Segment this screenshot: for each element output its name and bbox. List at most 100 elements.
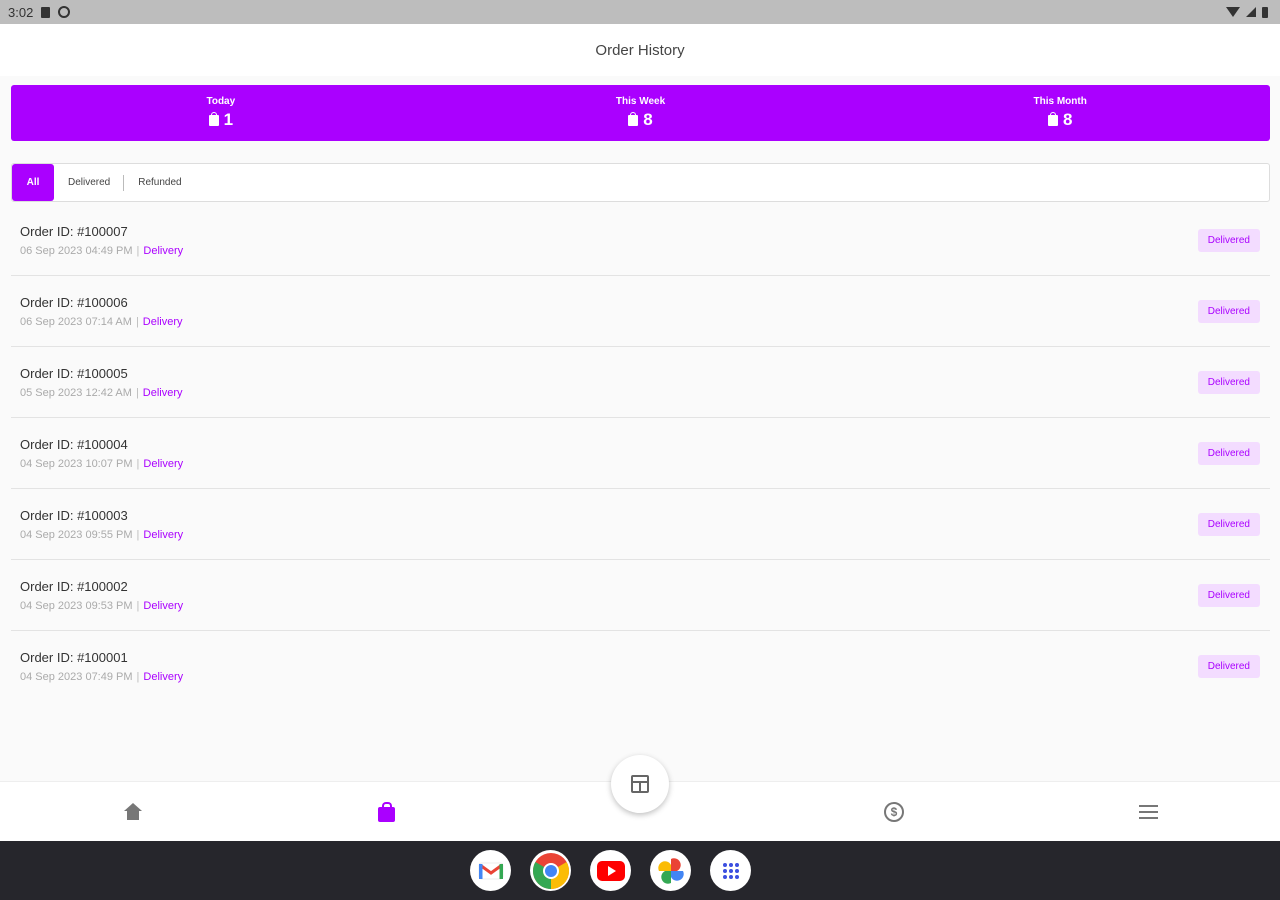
stat-value: 8 [643,110,653,129]
order-meta: 04 Sep 2023 10:07 PM | Delivery [20,458,183,470]
shopping-bag-icon [377,801,395,822]
youtube-icon [596,860,625,881]
order-id: Order ID: #100001 [20,650,128,665]
stat-this-month: This Month 8 [850,85,1270,141]
order-list: Order ID: #100007 06 Sep 2023 04:49 PM | D… [11,205,1270,702]
order-id: Order ID: #100003 [20,507,128,523]
shopping-bag-icon [1047,111,1058,126]
meta-separator: | [136,599,140,612]
menu-icon [1138,805,1158,819]
order-type: Delivery [143,599,184,612]
order-id: Order ID: #100002 [20,578,128,594]
order-id: Order ID: #100005 [20,365,128,381]
order-row[interactable]: Order ID: #100006 06 Sep 2023 07:14 AM | D… [11,276,1270,347]
meta-separator: | [136,528,140,541]
chrome-app[interactable] [530,850,571,891]
stat-value: 1 [223,110,234,129]
status-badge: Delivered [1197,583,1260,607]
order-meta: 04 Sep 2023 09:55 PM | Delivery [20,529,183,541]
system-taskbar [0,841,1280,900]
stat-value: 8 [1062,110,1073,129]
system-status-bar: 3:02 [0,0,1280,24]
status-left-group: 3:02 [8,4,71,20]
cell-signal-icon [1246,7,1256,17]
order-row[interactable]: Order ID: #100003 04 Sep 2023 09:55 PM | D… [11,489,1270,560]
stat-label: Today [206,96,236,107]
app-header: Order History [0,24,1280,76]
order-type: Delivery [143,671,184,683]
photos-icon [657,857,684,884]
sync-icon [58,6,71,18]
youtube-app[interactable] [590,850,631,891]
order-datetime: 04 Sep 2023 09:55 PM [20,528,133,541]
stat-today: Today 1 [11,85,431,141]
sim-card-icon [41,6,51,18]
shopping-bag-icon [208,111,219,126]
order-info: Order ID: #100002 04 Sep 2023 09:53 PM | D… [20,579,183,612]
order-datetime: 04 Sep 2023 10:07 PM [20,457,133,470]
tab-delivered[interactable]: Delivered [54,164,125,201]
meta-separator: | [135,315,139,328]
store-icon [631,775,649,793]
meta-separator: | [135,386,139,399]
order-datetime: 05 Sep 2023 12:42 AM [20,386,132,399]
status-badge: Delivered [1197,370,1260,394]
order-info: Order ID: #100003 04 Sep 2023 09:55 PM | D… [20,508,183,541]
order-filter-tabs: All Delivered Refunded [11,163,1270,202]
order-datetime: 04 Sep 2023 09:53 PM [20,599,133,612]
order-row[interactable]: Order ID: #100005 05 Sep 2023 12:42 AM | D… [11,347,1270,418]
order-type: Delivery [143,528,184,541]
nav-home[interactable] [120,800,146,824]
status-badge: Delivered [1197,441,1260,465]
store-fab-button[interactable] [611,755,669,813]
order-row[interactable]: Order ID: #100002 04 Sep 2023 09:53 PM | D… [11,560,1270,631]
order-datetime: 06 Sep 2023 07:14 AM [20,315,132,328]
photos-app[interactable] [650,850,691,891]
status-badge: Delivered [1197,655,1260,678]
order-info: Order ID: #100004 04 Sep 2023 10:07 PM | D… [20,437,183,470]
order-info: Order ID: #100005 05 Sep 2023 12:42 AM | D… [20,366,183,399]
stat-label: This Month [1033,96,1087,107]
nav-orders[interactable] [373,800,399,824]
stat-value-row: 1 [208,110,234,130]
page-title: Order History [595,41,685,59]
nav-menu[interactable] [1135,800,1161,824]
order-info: Order ID: #100001 04 Sep 2023 07:49 PM | D… [20,650,183,683]
home-icon [124,803,142,821]
order-datetime: 04 Sep 2023 07:49 PM [20,671,133,683]
order-row[interactable]: Order ID: #100001 04 Sep 2023 07:49 PM | D… [11,631,1270,702]
status-time: 3:02 [8,4,34,20]
order-datetime: 06 Sep 2023 04:49 PM [20,244,133,257]
apps-grid-icon [722,862,739,879]
gmail-icon [478,862,503,879]
order-stats-bar: Today 1 This Week 8 This Month 8 [11,85,1270,141]
nav-earnings[interactable]: $ [881,800,907,824]
status-right-group [1226,6,1268,18]
gmail-app[interactable] [470,850,511,891]
chrome-icon [532,852,569,889]
app-drawer-button[interactable] [710,850,751,891]
meta-separator: | [136,457,140,470]
order-meta: 04 Sep 2023 07:49 PM | Delivery [20,671,183,683]
order-type: Delivery [142,386,183,399]
order-meta: 06 Sep 2023 04:49 PM | Delivery [20,245,183,257]
order-meta: 05 Sep 2023 12:42 AM | Delivery [20,387,183,399]
order-row[interactable]: Order ID: #100004 04 Sep 2023 10:07 PM | D… [11,418,1270,489]
order-meta: 06 Sep 2023 07:14 AM | Delivery [20,316,183,328]
stat-this-week: This Week 8 [431,85,851,141]
order-row[interactable]: Order ID: #100007 06 Sep 2023 04:49 PM | D… [11,205,1270,276]
order-meta: 04 Sep 2023 09:53 PM | Delivery [20,600,183,612]
order-id: Order ID: #100004 [20,436,128,452]
order-id: Order ID: #100006 [20,294,128,310]
order-type: Delivery [142,315,183,328]
status-badge: Delivered [1197,299,1260,323]
tab-refunded[interactable]: Refunded [124,164,196,201]
order-info: Order ID: #100007 06 Sep 2023 04:49 PM | D… [20,224,183,257]
order-info: Order ID: #100006 06 Sep 2023 07:14 AM | D… [20,295,183,328]
stat-value-row: 8 [1047,110,1073,130]
stat-label: This Week [615,96,666,107]
stat-value-row: 8 [628,110,653,130]
order-type: Delivery [143,244,184,257]
order-type: Delivery [143,457,184,470]
tab-all[interactable]: All [12,164,54,201]
